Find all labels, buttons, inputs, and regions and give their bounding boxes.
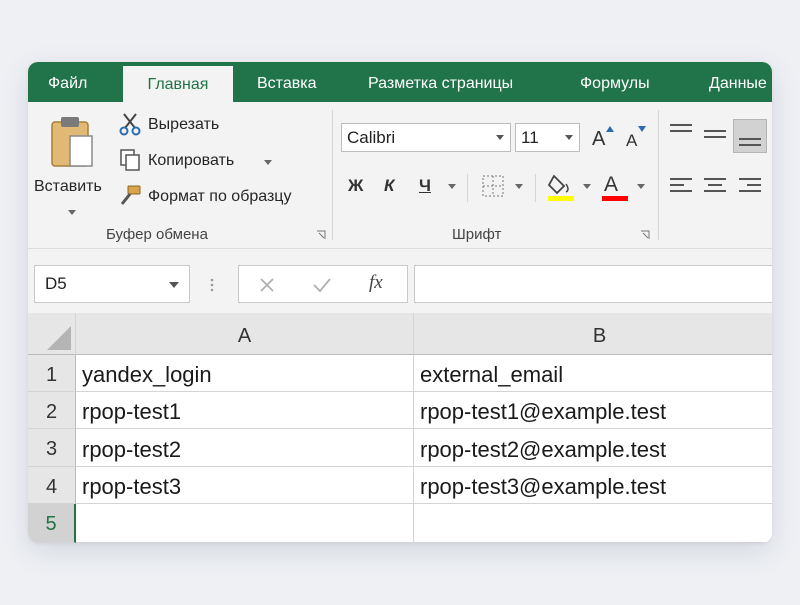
cut-label: Вырезать [148,116,220,133]
underline-dropdown-icon[interactable] [448,184,456,189]
name-box-value: D5 [45,274,67,293]
align-bottom-button[interactable] [733,119,767,153]
clipboard-group-label: Буфер обмена [106,226,208,243]
chevron-down-icon [565,135,573,140]
increase-font-size-button[interactable]: A [590,124,616,152]
ribbon-separator [658,110,659,240]
paste-label: Вставить [34,178,102,195]
cell-a4[interactable]: rpop-test3 [76,467,414,504]
format-painter-button[interactable]: Формат по образцу [118,184,323,210]
clipboard-icon [51,117,93,167]
font-size-select[interactable]: 11 [515,123,580,152]
fill-color-swatch [548,196,574,201]
font-name-select[interactable]: Calibri [341,123,511,152]
decrease-font-size-button[interactable]: A [624,124,650,152]
cell-b5[interactable] [414,504,772,543]
row-header[interactable]: 1 [28,355,76,392]
row-header-selected[interactable]: 5 [28,504,76,543]
font-size-value: 11 [521,128,539,147]
align-right-icon[interactable] [739,178,761,196]
caret-down-icon [638,126,646,132]
fill-color-dropdown-icon[interactable] [583,184,591,189]
copy-button[interactable]: Копировать [118,148,278,174]
tab-page-layout[interactable]: Разметка страницы [368,62,513,102]
formula-bar-splitter-icon[interactable] [209,277,215,293]
caret-up-icon [606,126,614,132]
tab-home[interactable]: Главная [123,66,233,102]
ribbon-home: Вставить Вырезать Копировать Формат по о… [28,102,772,249]
formula-controls: fx [238,265,408,303]
font-color-button[interactable]: A [600,170,630,202]
underline-button[interactable]: Ч [419,176,431,196]
align-bottom-icon [739,138,761,150]
copy-dropdown-icon[interactable] [264,160,272,165]
chevron-down-icon [496,135,504,140]
align-top-icon[interactable] [670,124,692,136]
italic-button[interactable]: К [384,176,394,196]
fill-color-icon[interactable] [546,170,576,202]
ribbon-separator [467,174,468,202]
tab-formulas[interactable]: Формулы [580,62,650,102]
paste-button[interactable]: Вставить [32,110,112,220]
align-middle-icon[interactable] [704,130,726,142]
tab-data[interactable]: Данные [709,62,767,102]
font-color-swatch [602,196,628,201]
copy-label: Копировать [148,152,235,169]
row-header[interactable]: 2 [28,392,76,429]
cell-a1[interactable]: yandex_login [76,355,414,392]
align-left-icon[interactable] [670,178,692,196]
font-color-icon: A [604,173,619,196]
name-box[interactable]: D5 [34,265,190,303]
paste-dropdown-icon[interactable] [68,210,76,215]
paintbrush-icon [120,185,141,205]
cut-button[interactable]: Вырезать [118,112,238,138]
cell-b4[interactable]: rpop-test3@example.test [414,467,772,504]
cell-b3[interactable]: rpop-test2@example.test [414,429,772,467]
copy-icon [120,149,140,171]
borders-icon[interactable] [482,175,504,197]
row-header[interactable]: 4 [28,467,76,504]
select-all-button[interactable] [28,313,76,355]
decrease-font-icon: A [626,131,638,150]
cell-a2[interactable]: rpop-test1 [76,392,414,429]
align-center-icon[interactable] [704,178,726,196]
scissors-icon [119,113,141,136]
cell-a3[interactable]: rpop-test2 [76,429,414,467]
font-group-label: Шрифт [452,226,502,243]
spreadsheet-grid: A B 1 yandex_login external_email 2 rpop… [28,313,772,543]
ribbon-tab-bar: Файл Главная Вставка Разметка страницы Ф… [28,62,772,102]
tab-file[interactable]: Файл [48,62,87,102]
ribbon-separator [535,174,536,202]
chevron-down-icon [169,282,179,288]
font-color-dropdown-icon[interactable] [637,184,645,189]
cell-a5[interactable] [76,504,414,543]
ribbon-separator [332,110,333,240]
cell-b2[interactable]: rpop-test1@example.test [414,392,772,429]
font-name-value: Calibri [347,128,396,147]
clipboard-dialog-launcher-icon[interactable] [316,230,326,240]
tab-insert[interactable]: Вставка [257,62,316,102]
borders-dropdown-icon[interactable] [515,184,523,189]
excel-window: Файл Главная Вставка Разметка страницы Ф… [28,62,772,543]
column-header-a[interactable]: A [76,313,414,355]
cancel-icon[interactable] [259,277,275,293]
cell-b1[interactable]: external_email [414,355,772,392]
bold-button[interactable]: Ж [348,176,363,196]
row-header[interactable]: 3 [28,429,76,467]
insert-function-button[interactable]: fx [369,272,383,294]
increase-font-icon: A [592,128,606,150]
enter-check-icon[interactable] [313,277,331,293]
formula-bar: D5 fx [28,249,772,313]
format-painter-label: Формат по образцу [148,188,292,205]
formula-input[interactable] [414,265,772,303]
column-header-b[interactable]: B [414,313,772,355]
select-all-triangle-icon [47,326,71,350]
font-dialog-launcher-icon[interactable] [640,230,650,240]
